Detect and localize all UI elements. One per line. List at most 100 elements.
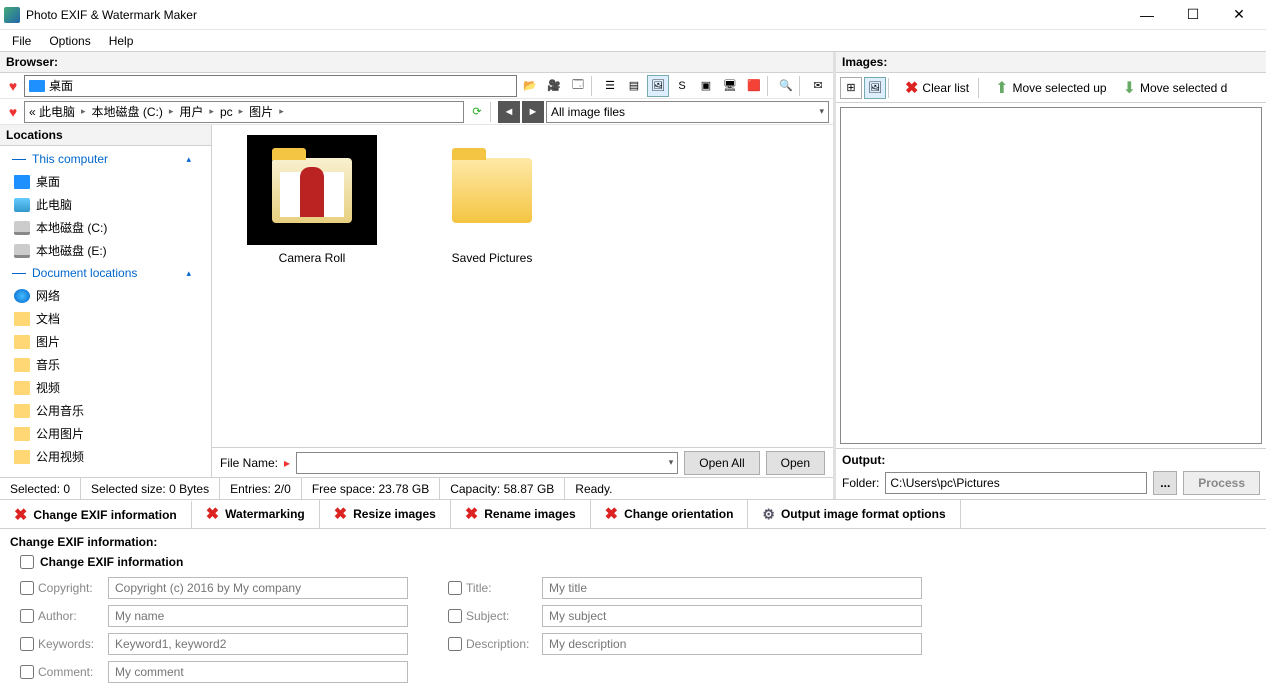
- view-slideshow-icon[interactable]: ▣: [695, 75, 717, 97]
- author-checkbox[interactable]: [20, 609, 34, 623]
- process-button[interactable]: Process: [1183, 471, 1260, 495]
- browse-button[interactable]: ...: [1153, 471, 1177, 495]
- breadcrumb[interactable]: « 此电脑▸ 本地磁盘 (C:)▸ 用户▸ pc▸ 图片▸: [24, 101, 464, 123]
- author-field[interactable]: [108, 605, 408, 627]
- window-title: Photo EXIF & Watermark Maker: [26, 8, 1124, 22]
- status-free: Free space: 23.78 GB: [302, 478, 440, 499]
- title-field[interactable]: [542, 577, 922, 599]
- view-thumbs-icon[interactable]: 🖼: [647, 75, 669, 97]
- minimize-button[interactable]: —: [1124, 0, 1170, 30]
- tab-rename[interactable]: ✖Rename images: [451, 500, 591, 528]
- move-down-button[interactable]: ⬇Move selected d: [1116, 75, 1235, 101]
- keywords-field[interactable]: [108, 633, 408, 655]
- copyright-checkbox[interactable]: [20, 581, 34, 595]
- chevron-up-icon: ▴: [186, 154, 191, 165]
- view-preview-icon[interactable]: 🟥: [743, 75, 765, 97]
- explorer-icon[interactable]: 🗔: [567, 75, 589, 97]
- subject-field[interactable]: [542, 605, 922, 627]
- description-field[interactable]: [542, 633, 922, 655]
- loc-network[interactable]: 网络: [0, 284, 211, 307]
- loc-pictures[interactable]: 图片: [0, 330, 211, 353]
- x-icon: ✖: [465, 504, 478, 524]
- open-button[interactable]: Open: [766, 451, 825, 475]
- tab-watermark[interactable]: ✖Watermarking: [192, 500, 320, 528]
- file-name-combo[interactable]: ▾: [296, 452, 678, 474]
- file-name-label: File Name:: [220, 456, 278, 470]
- output-folder-input[interactable]: [885, 472, 1147, 494]
- loc-public-music[interactable]: 公用音乐: [0, 399, 211, 422]
- view-details-icon[interactable]: ▤: [623, 75, 645, 97]
- app-icon: [4, 7, 20, 23]
- address-text: 桌面: [49, 77, 73, 94]
- status-capacity: Capacity: 58.87 GB: [440, 478, 565, 499]
- chevron-down-icon: ▾: [819, 106, 824, 117]
- images-header: Images:: [836, 52, 1266, 73]
- x-icon: ✖: [206, 504, 219, 524]
- loc-thispc[interactable]: 此电脑: [0, 193, 211, 216]
- search-icon[interactable]: 🔍: [775, 75, 797, 97]
- menu-file[interactable]: File: [4, 32, 39, 50]
- status-entries: Entries: 2/0: [220, 478, 302, 499]
- loc-desktop[interactable]: 桌面: [0, 170, 211, 193]
- file-filter-select[interactable]: All image files ▾: [546, 101, 829, 123]
- open-folder-icon[interactable]: 📂: [519, 75, 541, 97]
- folder-saved-pictures[interactable]: Saved Pictures: [422, 135, 562, 265]
- close-button[interactable]: ✕: [1216, 0, 1262, 30]
- folder-camera-roll[interactable]: Camera Roll: [242, 135, 382, 265]
- x-icon: ✖: [605, 504, 618, 524]
- group-document-locations[interactable]: Document locations▴: [0, 262, 211, 284]
- view-list-icon[interactable]: ☰: [599, 75, 621, 97]
- loc-drive-c[interactable]: 本地磁盘 (C:): [0, 216, 211, 239]
- comment-field[interactable]: [108, 661, 408, 683]
- images-list[interactable]: [840, 107, 1262, 444]
- view-filmstrip-icon[interactable]: S: [671, 75, 693, 97]
- move-up-button[interactable]: ⬆Move selected up: [988, 75, 1113, 101]
- output-header: Output:: [842, 453, 1260, 467]
- tab-orientation[interactable]: ✖Change orientation: [591, 500, 749, 528]
- description-checkbox[interactable]: [448, 637, 462, 651]
- loc-documents[interactable]: 文档: [0, 307, 211, 330]
- back-icon[interactable]: ◄: [498, 101, 520, 123]
- x-icon: ✖: [334, 504, 347, 524]
- menu-help[interactable]: Help: [101, 32, 142, 50]
- favorite-icon[interactable]: ♥: [4, 77, 22, 95]
- thumb-label: Saved Pictures: [422, 251, 562, 265]
- menu-options[interactable]: Options: [41, 32, 98, 50]
- status-size: Selected size: 0 Bytes: [81, 478, 220, 499]
- status-selected: Selected: 0: [0, 478, 81, 499]
- view-monitor-icon[interactable]: 🖥: [719, 75, 741, 97]
- maximize-button[interactable]: ☐: [1170, 0, 1216, 30]
- status-ready: Ready.: [565, 478, 833, 499]
- copyright-field[interactable]: [108, 577, 408, 599]
- camera-icon[interactable]: 🎥: [543, 75, 565, 97]
- subject-checkbox[interactable]: [448, 609, 462, 623]
- x-icon: ✖: [905, 78, 918, 98]
- comment-checkbox[interactable]: [20, 665, 34, 679]
- clear-list-button[interactable]: ✖Clear list: [898, 75, 976, 101]
- loc-public-videos[interactable]: 公用视频: [0, 445, 211, 468]
- locations-header: Locations: [0, 125, 211, 146]
- browser-header: Browser:: [0, 52, 833, 73]
- open-all-button[interactable]: Open All: [684, 451, 759, 475]
- address-input[interactable]: 桌面: [24, 75, 517, 97]
- loc-videos[interactable]: 视频: [0, 376, 211, 399]
- view-small-icon[interactable]: ⊞: [840, 77, 862, 99]
- exif-legend: Change EXIF information:: [10, 535, 1256, 549]
- send-icon[interactable]: ✉: [807, 75, 829, 97]
- forward-icon[interactable]: ►: [522, 101, 544, 123]
- loc-drive-e[interactable]: 本地磁盘 (E:): [0, 239, 211, 262]
- refresh-icon[interactable]: ⟳: [466, 101, 488, 123]
- status-bar: Selected: 0 Selected size: 0 Bytes Entri…: [0, 477, 833, 499]
- loc-public-pictures[interactable]: 公用图片: [0, 422, 211, 445]
- tab-format[interactable]: ⚙Output image format options: [748, 500, 960, 528]
- keywords-checkbox[interactable]: [20, 637, 34, 651]
- group-this-computer[interactable]: This computer▴: [0, 148, 211, 170]
- title-checkbox[interactable]: [448, 581, 462, 595]
- change-exif-checkbox[interactable]: [20, 555, 34, 569]
- loc-music[interactable]: 音乐: [0, 353, 211, 376]
- view-large-icon[interactable]: 🖼: [864, 77, 886, 99]
- favorite2-icon[interactable]: ♥: [4, 103, 22, 121]
- x-icon: ✖: [14, 505, 27, 525]
- tab-resize[interactable]: ✖Resize images: [320, 500, 451, 528]
- tab-exif[interactable]: ✖Change EXIF information: [0, 500, 192, 528]
